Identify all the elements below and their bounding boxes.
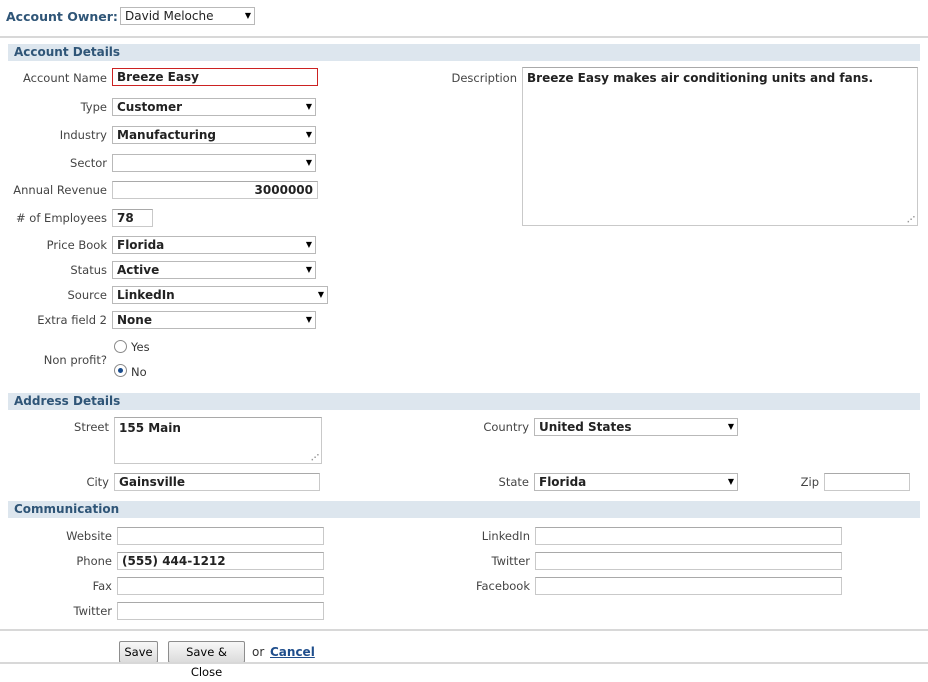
status-value: Active [117,263,160,277]
account-name-label: Account Name [22,71,107,85]
section-title: Account Details [14,45,121,59]
description-value: Breeze Easy makes air conditioning units… [527,71,873,85]
employees-input[interactable]: 78 [112,209,153,227]
section-communication: Communication [8,501,920,518]
chevron-down-icon: ▼ [317,290,324,299]
price-book-value: Florida [117,238,165,252]
city-label: City [86,475,109,489]
twitter-left-label: Twitter [73,604,112,618]
non-profit-label: Non profit? [43,353,107,367]
street-value: 155 Main [119,421,181,435]
website-input[interactable] [117,527,324,545]
non-profit-yes-radio[interactable] [114,340,127,353]
account-owner-label: Account Owner: [6,9,118,24]
chevron-down-icon: ▼ [305,130,312,139]
chevron-down-icon: ▼ [727,477,734,486]
section-account-details: Account Details [8,44,920,61]
extra-field-2-value: None [117,313,152,327]
zip-label: Zip [800,475,819,489]
status-select[interactable]: Active ▼ [112,261,316,279]
linkedin-input[interactable] [535,527,842,545]
industry-value: Manufacturing [117,128,216,142]
state-label: State [498,475,529,489]
industry-select[interactable]: Manufacturing ▼ [112,126,316,144]
status-label: Status [70,263,107,277]
fax-label: Fax [92,579,112,593]
non-profit-no-radio[interactable] [114,364,127,377]
save-button[interactable]: Save [119,641,158,663]
chevron-down-icon: ▼ [244,11,251,20]
price-book-label: Price Book [46,238,107,252]
type-select[interactable]: Customer ▼ [112,98,316,116]
industry-label: Industry [59,128,107,142]
account-owner-value: David Meloche [125,9,214,23]
twitter-right-input[interactable] [535,552,842,570]
chevron-down-icon: ▼ [305,158,312,167]
non-profit-no-label: No [131,365,147,379]
twitter-left-input[interactable] [117,602,324,620]
bottom-border [0,662,928,664]
chevron-down-icon: ▼ [305,240,312,249]
employees-label: # of Employees [16,211,107,225]
section-address-details: Address Details [8,393,920,410]
twitter-right-label: Twitter [491,554,530,568]
source-select[interactable]: LinkedIn ▼ [112,286,328,304]
description-textarea[interactable]: Breeze Easy makes air conditioning units… [522,67,918,226]
facebook-input[interactable] [535,577,842,595]
phone-label: Phone [76,554,112,568]
extra-field-2-label: Extra field 2 [37,313,107,327]
chevron-down-icon: ▼ [305,265,312,274]
extra-field-2-select[interactable]: None ▼ [112,311,316,329]
description-label: Description [451,71,518,85]
save-and-close-button[interactable]: Save & Close [168,641,245,679]
chevron-down-icon: ▼ [305,315,312,324]
section-title: Communication [14,502,120,516]
footer-divider [0,629,928,631]
sector-label: Sector [70,156,107,170]
sector-select[interactable]: ▼ [112,154,316,172]
phone-input[interactable]: (555) 444-1212 [117,552,324,570]
account-name-input[interactable]: Breeze Easy [112,68,318,86]
chevron-down-icon: ▼ [727,422,734,431]
zip-input[interactable] [824,473,910,491]
price-book-select[interactable]: Florida ▼ [112,236,316,254]
account-owner-select[interactable]: David Meloche ▼ [120,7,255,25]
state-value: Florida [539,475,587,489]
street-label: Street [74,420,109,434]
resize-grip-icon[interactable]: ⋰ [311,454,319,462]
state-select[interactable]: Florida ▼ [534,473,738,491]
facebook-label: Facebook [475,579,530,593]
website-label: Website [66,529,112,543]
street-textarea[interactable]: 155 Main ⋰ [114,417,322,464]
country-label: Country [483,420,529,434]
cancel-link[interactable]: Cancel [270,645,315,659]
city-input[interactable]: Gainsville [114,473,320,491]
type-label: Type [80,100,107,114]
country-value: United States [539,420,632,434]
linkedin-label: LinkedIn [481,529,530,543]
source-value: LinkedIn [117,288,175,302]
or-text: or [252,645,265,659]
country-select[interactable]: United States ▼ [534,418,738,436]
header-divider [0,36,928,38]
section-title: Address Details [14,394,121,408]
chevron-down-icon: ▼ [305,102,312,111]
type-value: Customer [117,100,183,114]
resize-grip-icon[interactable]: ⋰ [907,216,915,224]
fax-input[interactable] [117,577,324,595]
annual-revenue-label: Annual Revenue [13,183,107,197]
annual-revenue-input[interactable]: 3000000 [112,181,318,199]
source-label: Source [67,288,108,302]
non-profit-yes-label: Yes [131,340,150,354]
